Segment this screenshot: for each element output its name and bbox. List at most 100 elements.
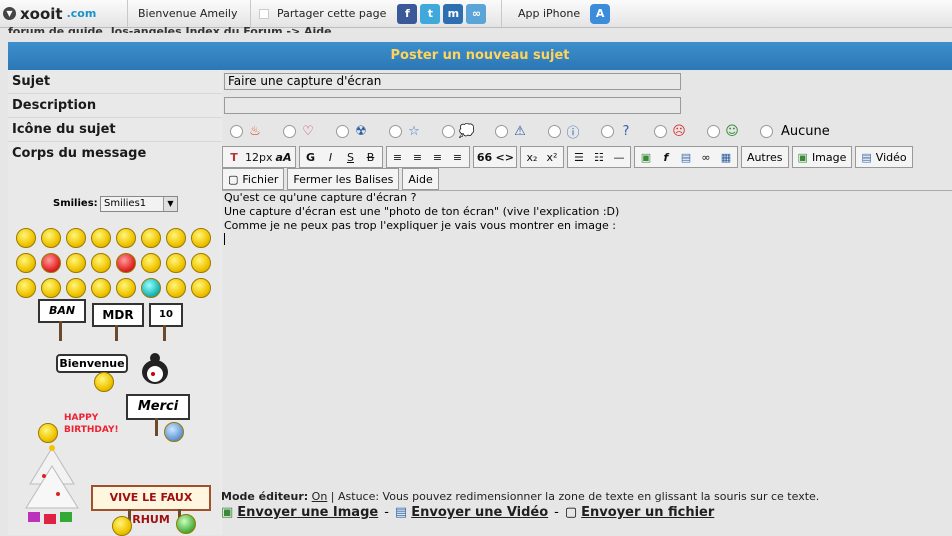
christmas-tree-icon[interactable]	[22, 444, 82, 532]
smiley-icon[interactable]	[141, 228, 161, 248]
smiley-icon[interactable]	[16, 228, 36, 248]
ten-sign[interactable]: 10	[149, 303, 183, 327]
idea-smiley-icon[interactable]	[66, 278, 86, 298]
code-button[interactable]: <>	[496, 148, 514, 166]
icon-radio[interactable]	[283, 124, 296, 138]
share-checkbox[interactable]	[259, 8, 269, 19]
dog-smiley-icon[interactable]	[138, 350, 172, 386]
icon-radio[interactable]	[336, 124, 349, 138]
smiley-icon[interactable]	[166, 253, 186, 273]
message-textarea[interactable]: Qu'est ce qu'une capture d'écran ? Une c…	[222, 190, 952, 490]
facebook-icon[interactable]: f	[397, 3, 418, 24]
arrow-smiley-icon[interactable]	[91, 278, 111, 298]
smiley-icon[interactable]	[166, 278, 186, 298]
delicious-icon[interactable]: ∞	[466, 3, 487, 24]
horizontal-rule-icon[interactable]: —	[610, 148, 628, 166]
send-file-link[interactable]: Envoyer un fichier	[581, 505, 714, 520]
help-button[interactable]: Aide	[402, 168, 439, 190]
smiley-icon[interactable]	[66, 253, 86, 273]
italic-button[interactable]: I	[322, 148, 340, 166]
align-justify-icon[interactable]: ≡	[449, 148, 467, 166]
smiley-icon[interactable]	[116, 228, 136, 248]
icon-radio[interactable]	[442, 124, 455, 138]
font-group: T 12px aA	[222, 146, 296, 168]
close-tags-button[interactable]: Fermer les Balises	[287, 168, 400, 190]
question-icon: ?	[622, 123, 630, 139]
send-video-link[interactable]: Envoyer une Vidéo	[411, 505, 548, 520]
smiley-icon[interactable]	[191, 253, 211, 273]
video-button[interactable]: ▤ Vidéo	[855, 146, 913, 168]
align-right-icon[interactable]: ≡	[429, 148, 447, 166]
image-button[interactable]: ▣ Image	[791, 146, 853, 168]
smiley-icon[interactable]	[41, 253, 61, 273]
smiley-icon[interactable]	[91, 253, 111, 273]
app-iphone[interactable]: App iPhone A	[502, 0, 620, 27]
icon-radio[interactable]	[389, 124, 402, 138]
file-button[interactable]: ▢ Fichier	[222, 168, 285, 190]
share-section: Partager cette page f t m ∞	[251, 0, 502, 27]
icon-radio[interactable]	[601, 124, 614, 138]
question-smiley-icon[interactable]	[41, 278, 61, 298]
happy-birthday-text[interactable]: HAPPY BIRTHDAY!	[64, 412, 124, 436]
vive-le-faux-rhum-sign[interactable]: VIVE LE FAUX RHUM	[91, 485, 211, 526]
sign-post	[155, 418, 158, 436]
smiley-icon[interactable]	[91, 228, 111, 248]
smiley-icon[interactable]	[66, 228, 86, 248]
numbered-list-icon[interactable]: ☷	[590, 148, 608, 166]
smiley-icon[interactable]	[116, 278, 136, 298]
image-insert-icon[interactable]: ▣	[637, 148, 655, 166]
ban-sign[interactable]: BAN	[38, 299, 86, 323]
link-separator: -	[554, 505, 559, 520]
subject-input[interactable]: Faire une capture d'écran	[224, 73, 681, 90]
smiley-icon[interactable]	[16, 253, 36, 273]
welcome-user[interactable]: Bienvenue Ameily	[128, 0, 251, 27]
strike-button[interactable]: B	[362, 148, 380, 166]
editor-toolbar: T 12px aA G I S B ≡ ≡ ≡ ≡ 66 <> x₂ x² ☰ …	[222, 146, 916, 168]
send-image-link[interactable]: Envoyer une Image	[237, 505, 378, 520]
icon-radio[interactable]	[654, 124, 667, 138]
video-insert-icon[interactable]: ▤	[677, 148, 695, 166]
link-icon[interactable]: ∞	[697, 148, 715, 166]
font-size-button[interactable]: 12px	[245, 148, 273, 166]
icon-radio[interactable]	[548, 124, 561, 138]
autres-button[interactable]: Autres	[740, 146, 789, 168]
underline-button[interactable]: S	[342, 148, 360, 166]
description-input[interactable]	[224, 97, 681, 114]
app-store-icon[interactable]: A	[590, 3, 611, 24]
exclamation-smiley-icon[interactable]	[16, 278, 36, 298]
dropdown-arrow-icon[interactable]: ▼	[3, 7, 16, 20]
xooit-logo[interactable]: ▼ xooit .com	[0, 0, 128, 27]
superscript-button[interactable]: x²	[543, 148, 561, 166]
align-center-icon[interactable]: ≡	[409, 148, 427, 166]
icon-radio[interactable]	[495, 124, 508, 138]
editor-mode-toggle[interactable]: On	[312, 490, 328, 503]
chevron-down-icon[interactable]: ▼	[163, 197, 177, 211]
subscript-button[interactable]: x₂	[523, 148, 541, 166]
smiley-icon[interactable]	[141, 278, 161, 298]
bold-button[interactable]: G	[302, 148, 320, 166]
icon-radio[interactable]	[707, 124, 720, 138]
icon-radio[interactable]	[230, 124, 243, 138]
merci-sign[interactable]: Merci	[126, 394, 190, 420]
smilies-select[interactable]: Smilies1 ▼	[100, 196, 178, 212]
smiley-icon[interactable]	[116, 253, 136, 273]
mdr-sign[interactable]: MDR	[92, 303, 144, 327]
smiley-icon[interactable]	[191, 228, 211, 248]
bienvenue-sign[interactable]: Bienvenue	[56, 354, 128, 373]
myspace-icon[interactable]: m	[443, 3, 464, 24]
table-icon[interactable]: ▦	[717, 148, 735, 166]
font-style-button[interactable]: aA	[275, 148, 293, 166]
align-left-icon[interactable]: ≡	[389, 148, 407, 166]
smiley-icon[interactable]	[166, 228, 186, 248]
thumbs-up-smiley-icon[interactable]	[191, 278, 211, 298]
text-color-icon[interactable]: T	[225, 148, 243, 166]
flash-icon[interactable]: f	[657, 148, 675, 166]
smiley-icon[interactable]	[141, 253, 161, 273]
icon-radio-none[interactable]	[760, 124, 773, 138]
bullet-list-icon[interactable]: ☰	[570, 148, 588, 166]
twitter-icon[interactable]: t	[420, 3, 441, 24]
smiley-icon[interactable]	[41, 228, 61, 248]
breadcrumb[interactable]: forum de guide, los-angeles Index du For…	[8, 24, 332, 33]
quote-button[interactable]: 66	[476, 148, 494, 166]
smiley-icon	[176, 514, 196, 534]
